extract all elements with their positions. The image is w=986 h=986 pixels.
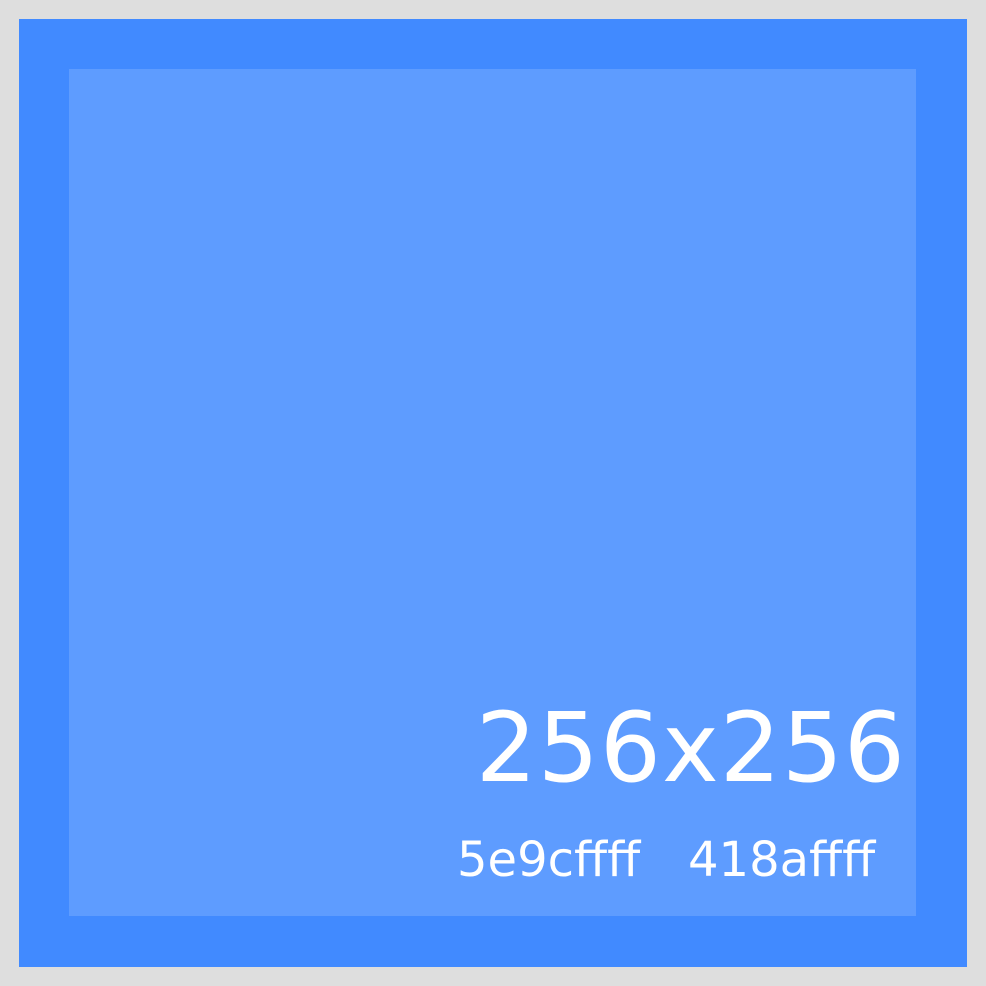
inner-color-code: 5e9cffff	[457, 832, 641, 888]
placeholder-frame: 256x256 5e9cffff 418affff	[0, 0, 986, 986]
size-label: 256x256	[475, 692, 906, 804]
outer-color-code: 418affff	[688, 832, 876, 888]
